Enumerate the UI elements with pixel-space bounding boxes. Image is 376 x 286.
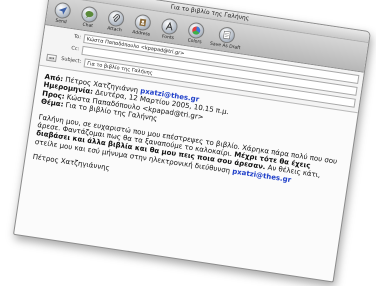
paperclip-icon <box>106 9 126 28</box>
send-icon <box>53 1 72 20</box>
attach-label: Attach <box>106 26 122 34</box>
stage: Για το βιβλίο της Γαλήνης Send Chat Atta… <box>0 0 376 286</box>
to-label: To: <box>73 33 82 41</box>
colors-button[interactable]: Colors <box>183 21 208 46</box>
chat-icon <box>80 5 99 24</box>
address-button[interactable]: Address <box>130 13 155 38</box>
chat-label: Chat <box>82 22 94 30</box>
address-label: Address <box>131 30 151 38</box>
fonts-icon <box>160 17 179 36</box>
draft-icon <box>217 25 236 45</box>
fonts-label: Fonts <box>161 34 175 42</box>
compose-window: Για το βιβλίο της Γαλήνης Send Chat Atta… <box>13 0 371 283</box>
send-button[interactable]: Send <box>50 1 75 26</box>
address-book-icon <box>133 13 152 32</box>
attach-button[interactable]: Attach <box>103 9 128 34</box>
subject-label: Subject: <box>60 55 82 65</box>
chat-button[interactable]: Chat <box>76 5 101 30</box>
send-label: Send <box>55 18 67 26</box>
cc-label: Cc: <box>70 45 80 53</box>
colors-label: Colors <box>187 38 202 46</box>
fonts-button[interactable]: Fonts <box>157 17 182 42</box>
colors-icon <box>187 21 206 40</box>
header-options-menu[interactable]: ≡▾ <box>46 53 58 62</box>
save-as-draft-button[interactable]: Save As Draft <box>210 25 243 51</box>
